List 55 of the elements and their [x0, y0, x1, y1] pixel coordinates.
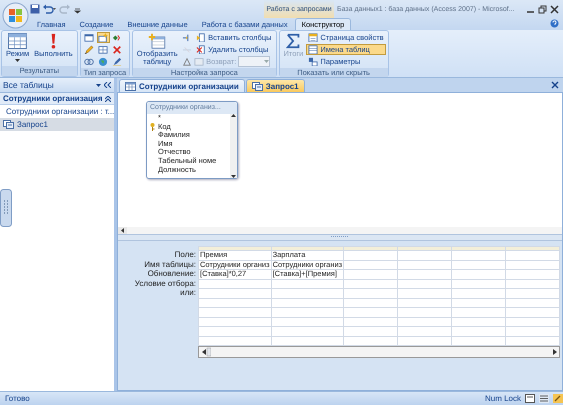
- nav-item[interactable]: Сотрудники организации : т...: [0, 105, 114, 118]
- help-icon[interactable]: [550, 19, 559, 28]
- form-view-icon[interactable]: [525, 394, 535, 403]
- datasheet-icon[interactable]: [8, 33, 27, 49]
- undo-icon[interactable]: [42, 4, 56, 14]
- add-table-icon[interactable]: [148, 33, 166, 49]
- scroll-left-icon[interactable]: [118, 227, 127, 234]
- row-label: Поле:: [174, 250, 196, 260]
- pencil-icon[interactable]: [82, 44, 96, 55]
- document-tab[interactable]: Запрос1: [246, 79, 305, 92]
- restore-icon[interactable]: [538, 4, 547, 14]
- collapse-icon[interactable]: [104, 82, 111, 88]
- row-label: или:: [180, 288, 196, 298]
- key-icon: [150, 122, 155, 131]
- grid-icon[interactable]: [96, 44, 110, 55]
- delete-column-icon: [196, 45, 206, 54]
- group-title: Сотрудники организация: [3, 94, 104, 103]
- document-tab[interactable]: Сотрудники организации: [119, 79, 245, 92]
- status-text: Готово: [5, 394, 30, 403]
- pen-icon[interactable]: [110, 56, 124, 67]
- insert-column-icon: [196, 33, 206, 42]
- table-names-icon: [308, 45, 318, 54]
- splitter-grip-icon: [330, 235, 350, 238]
- close-icon[interactable]: [550, 4, 559, 14]
- sparkle-icon[interactable]: [96, 32, 110, 43]
- design-view-icon[interactable]: [553, 394, 563, 403]
- parameters-icon: [308, 57, 318, 66]
- dropdown-arrow-icon: [264, 60, 270, 63]
- query-icon: [3, 120, 14, 129]
- scrollbar[interactable]: [230, 114, 237, 178]
- horizontal-scrollbar[interactable]: [198, 346, 560, 358]
- office-orb-icon[interactable]: [2, 2, 28, 28]
- dropdown-arrow-icon[interactable]: [96, 84, 101, 86]
- row-label: Имя таблицы:: [144, 260, 196, 269]
- row-label: Обновление:: [148, 269, 196, 278]
- exclamation-icon[interactable]: [48, 33, 58, 49]
- row-label: Условие отбора:: [134, 278, 196, 288]
- pane-gripper-icon[interactable]: [0, 189, 12, 227]
- cross-icon[interactable]: [110, 44, 124, 55]
- globe-icon[interactable]: [96, 56, 110, 67]
- num-lock-indicator: Num Lock: [484, 394, 521, 403]
- query-icon: [252, 82, 263, 90]
- close-icon[interactable]: [551, 81, 559, 89]
- window-icon[interactable]: [82, 32, 96, 43]
- save-icon[interactable]: [30, 4, 40, 14]
- group-header[interactable]: Сотрудники организация: [0, 93, 114, 105]
- property-sheet-icon: [308, 33, 318, 42]
- rings-icon[interactable]: [82, 56, 96, 67]
- scroll-right-icon[interactable]: [551, 347, 559, 357]
- nav-item[interactable]: Запрос1: [0, 118, 114, 131]
- table-icon: [125, 82, 136, 90]
- scroll-down-icon[interactable]: [231, 175, 236, 178]
- caret-icon: [15, 59, 20, 62]
- chevron-up-icon: [105, 96, 111, 102]
- sql-view-icon[interactable]: [539, 394, 549, 403]
